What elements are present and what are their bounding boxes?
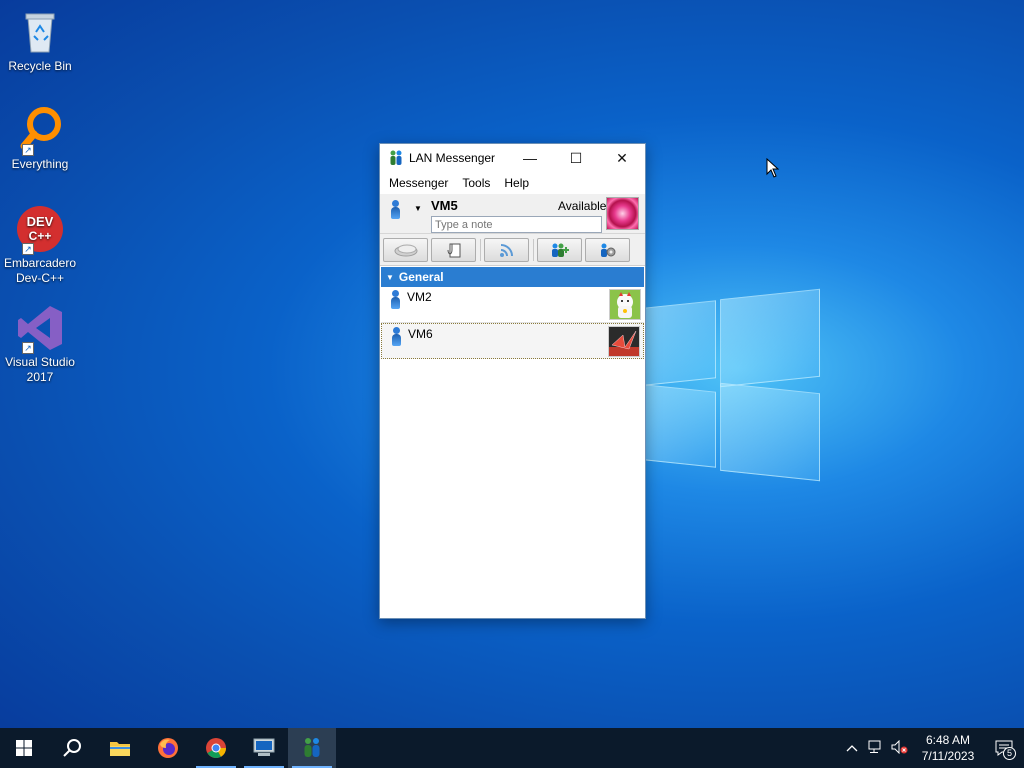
- shortcut-arrow-icon: ↗: [22, 243, 34, 255]
- contact-person-icon: [390, 290, 400, 309]
- search-icon: [63, 739, 81, 757]
- note-input[interactable]: [431, 216, 602, 233]
- user-status[interactable]: Available: [558, 199, 606, 213]
- desktop-icon-visual-studio[interactable]: ↗ Visual Studio 2017: [2, 304, 78, 385]
- user-person-icon[interactable]: [390, 200, 402, 222]
- lucky-cat-avatar: [609, 289, 641, 320]
- clock-date: 7/11/2023: [921, 749, 975, 763]
- desktop-icon-label: Recycle Bin: [8, 59, 72, 73]
- status-dropdown-icon[interactable]: ▼: [414, 204, 422, 213]
- broadcast-icon: [499, 243, 513, 257]
- action-center-button[interactable]: 5: [984, 728, 1024, 768]
- chat-button[interactable]: [383, 237, 428, 262]
- everything-search-icon: ↗: [16, 106, 64, 156]
- notification-count: 5: [1003, 747, 1016, 760]
- paper-crane-avatar: [608, 326, 640, 357]
- desktop-icon-label: Everything: [11, 157, 69, 171]
- taskbar-firefox[interactable]: [144, 728, 192, 768]
- taskbar-chrome[interactable]: [192, 728, 240, 768]
- user-avatar[interactable]: [606, 197, 639, 230]
- chrome-icon: [206, 738, 227, 758]
- file-transfer-icon: [447, 243, 460, 257]
- lan-messenger-taskbar-icon: [304, 738, 320, 757]
- desktop-icon-recycle-bin[interactable]: Recycle Bin: [2, 8, 78, 74]
- taskbar: 6:48 AM 7/11/2023 5: [0, 728, 1024, 768]
- minimize-button[interactable]: —: [507, 144, 553, 172]
- contact-vm6[interactable]: VM6: [381, 323, 644, 359]
- devcpp-badge-text-2: C++: [29, 229, 52, 243]
- system-tray: 6:48 AM 7/11/2023 5: [840, 728, 1024, 768]
- search-button[interactable]: [48, 728, 96, 768]
- recycle-bin-icon: [16, 8, 64, 56]
- clock[interactable]: 6:48 AM 7/11/2023: [912, 732, 984, 764]
- computer-network-icon: [253, 738, 275, 756]
- title-bar[interactable]: LAN Messenger — ☐ ✕: [380, 144, 645, 172]
- taskbar-lan-messenger[interactable]: [288, 728, 336, 768]
- chevron-up-icon: [846, 745, 858, 752]
- windows-start-icon: [16, 740, 32, 756]
- maximize-button[interactable]: ☐: [553, 144, 599, 172]
- lan-messenger-app-icon: [389, 150, 403, 166]
- menu-messenger[interactable]: Messenger: [382, 176, 455, 190]
- desktop-icon-devcpp[interactable]: DEV C++ ↗ Embarcadero Dev-C++: [2, 205, 78, 286]
- shortcut-arrow-icon: ↗: [22, 144, 34, 156]
- group-expand-icon[interactable]: ▼: [386, 273, 394, 282]
- contact-group-general[interactable]: ▼ General: [381, 267, 644, 287]
- desktop-icon-everything[interactable]: ↗ Everything: [2, 106, 78, 172]
- network-status-button[interactable]: [864, 740, 888, 757]
- contact-name: VM6: [408, 327, 433, 341]
- toolbar-separator: [533, 238, 534, 261]
- chat-icon: [394, 244, 417, 256]
- file-transfer-button[interactable]: [431, 237, 476, 262]
- devcpp-icon: DEV C++ ↗: [16, 205, 64, 255]
- user-status-panel: ▼ VM5 Available: [380, 194, 645, 234]
- user-name: VM5: [431, 198, 458, 213]
- toolbar-separator: [480, 238, 481, 261]
- close-button[interactable]: ✕: [599, 144, 645, 172]
- contact-vm2[interactable]: VM2: [381, 287, 644, 323]
- menu-tools[interactable]: Tools: [455, 176, 497, 190]
- shortcut-arrow-icon: ↗: [22, 342, 34, 354]
- lan-messenger-window[interactable]: LAN Messenger — ☐ ✕ Messenger Tools Help…: [379, 143, 646, 619]
- network-icon: [868, 740, 881, 753]
- volume-muted-icon: [891, 739, 908, 754]
- settings-button[interactable]: [585, 237, 630, 262]
- settings-icon: [600, 243, 615, 257]
- add-contact-icon: [551, 243, 569, 257]
- firefox-icon: [158, 738, 178, 758]
- taskbar-file-explorer[interactable]: [96, 728, 144, 768]
- mouse-cursor-icon: [766, 158, 780, 178]
- menu-help[interactable]: Help: [497, 176, 536, 190]
- add-contact-button[interactable]: [537, 237, 582, 262]
- file-explorer-icon: [110, 742, 130, 756]
- clock-time: 6:48 AM: [925, 733, 971, 747]
- contact-name: VM2: [407, 290, 432, 304]
- wallpaper-windows-logo: [644, 288, 824, 482]
- devcpp-badge-text: DEV: [27, 214, 54, 229]
- start-button[interactable]: [0, 728, 48, 768]
- taskbar-network-app[interactable]: [240, 728, 288, 768]
- group-name: General: [398, 270, 444, 284]
- show-hidden-icons-button[interactable]: [840, 741, 864, 755]
- menu-bar: Messenger Tools Help: [380, 172, 645, 194]
- desktop-icon-label: Embarcadero Dev-C++: [3, 256, 77, 285]
- visual-studio-icon: ↗: [16, 304, 64, 354]
- desktop-icon-label: Visual Studio 2017: [5, 355, 75, 384]
- broadcast-button[interactable]: [484, 237, 529, 262]
- window-title: LAN Messenger: [409, 151, 496, 165]
- contact-person-icon: [391, 327, 401, 346]
- volume-button[interactable]: [888, 739, 912, 757]
- toolbar: [380, 234, 645, 266]
